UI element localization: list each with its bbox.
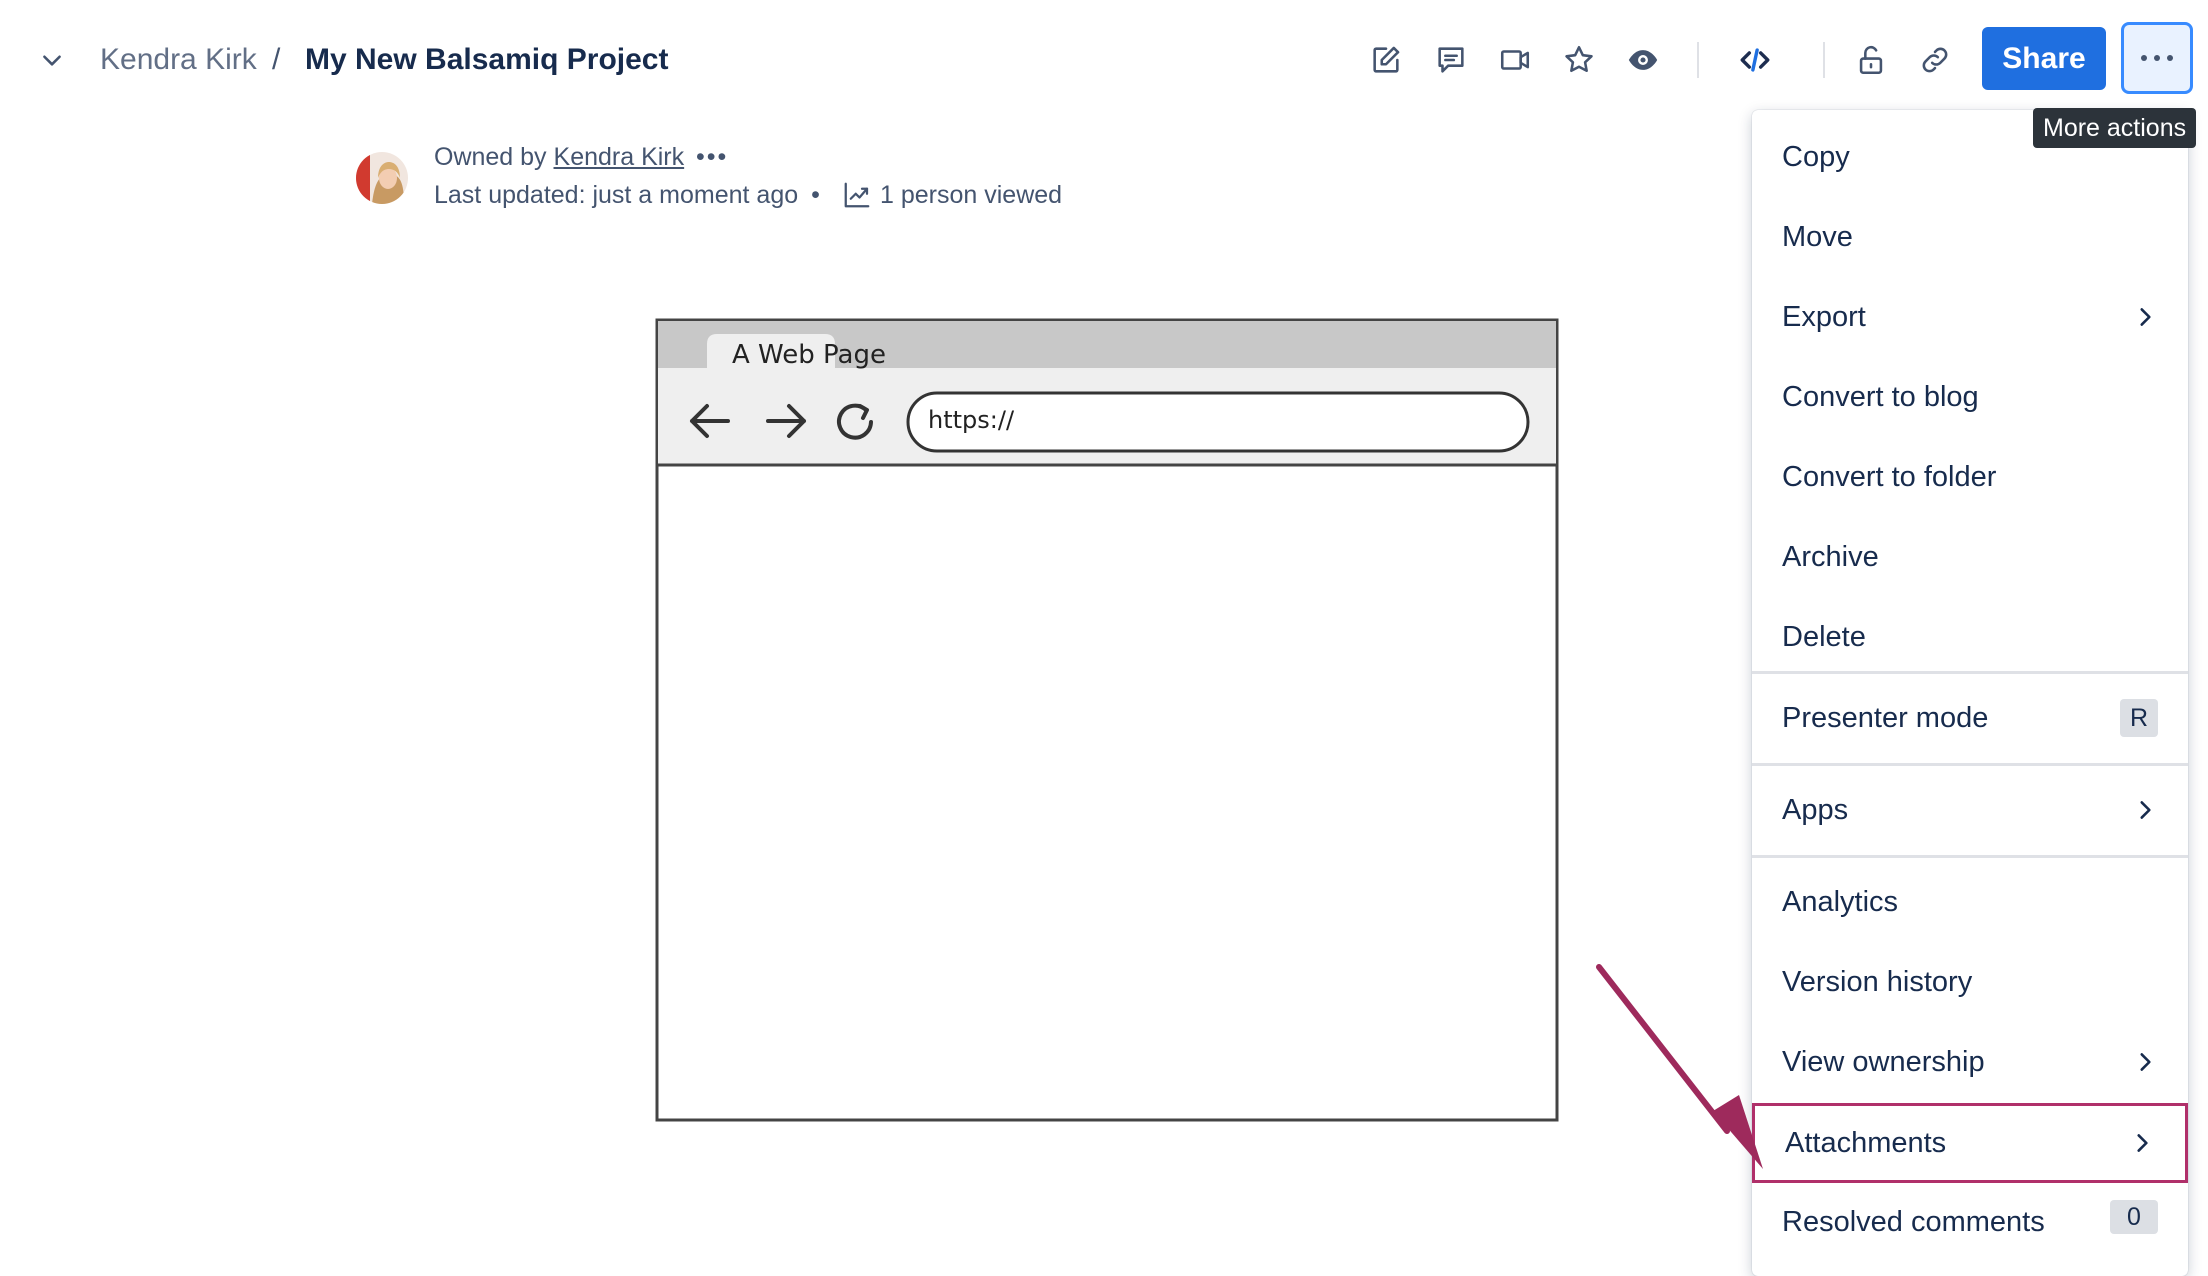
chevron-right-icon (2140, 308, 2151, 326)
menu-item-view-ownership[interactable]: View ownership (1752, 1023, 2188, 1101)
watch-button[interactable] (1619, 36, 1667, 84)
menu-item-version-history[interactable]: Version history (1752, 943, 2188, 1021)
owner-link[interactable]: Kendra Kirk (554, 143, 685, 171)
menu-item-move[interactable]: Move (1752, 198, 2188, 276)
toolbar-divider (1823, 42, 1825, 78)
menu-divider (1752, 763, 2188, 766)
menu-item-label: Delete (1782, 620, 1866, 653)
owned-by-text: Owned by Kendra Kirk (434, 140, 684, 174)
menu-item-delete[interactable]: Delete (1752, 598, 2188, 676)
menu-divider (1752, 855, 2188, 858)
star-icon (1565, 45, 1593, 73)
owner-more-button[interactable]: ••• (696, 140, 728, 174)
copy-link-button[interactable] (1911, 36, 1959, 84)
last-updated-label: Last updated: just a moment ago (434, 181, 799, 209)
wireframe-tab-label: A Web Page (732, 340, 886, 370)
more-actions-tooltip: More actions (2033, 108, 2197, 148)
menu-item-label: Analytics (1782, 885, 1899, 918)
eye-icon (1628, 50, 1658, 70)
record-video-button[interactable] (1491, 36, 1539, 84)
chevron-right-icon (2140, 801, 2151, 819)
user-photo-icon (356, 152, 408, 204)
byline-dot: • (811, 181, 820, 209)
chevron-right-icon (2137, 1134, 2148, 1152)
menu-item-label: Apps (1782, 793, 1849, 826)
restrictions-button[interactable] (1847, 36, 1895, 84)
menu-item-archive[interactable]: Archive (1752, 518, 2188, 596)
menu-item-label: Move (1782, 220, 1853, 253)
count-badge: 0 (2110, 1200, 2158, 1234)
toolbar-divider (1697, 42, 1699, 78)
menu-item-resolved-comments[interactable]: Resolved comments 0 (1752, 1183, 2188, 1261)
menu-item-label: Export (1782, 300, 1866, 333)
menu-item-presenter-mode[interactable]: Presenter mode R (1752, 679, 2188, 757)
edit-icon (1373, 46, 1400, 73)
menu-item-label: Presenter mode (1782, 701, 1989, 734)
wireframe-url-text: https:// (928, 406, 1015, 434)
menu-item-analytics[interactable]: Analytics (1752, 863, 2188, 941)
comment-button[interactable] (1427, 36, 1475, 84)
embed-icon (1740, 48, 1770, 72)
last-updated-text: Last updated: just a moment ago • (434, 178, 820, 212)
annotation-arrow-icon (1596, 964, 1763, 1169)
page-title[interactable]: My New Balsamiq Project (305, 40, 668, 80)
more-horizontal-icon (2141, 55, 2173, 61)
owned-by-label: Owned by (434, 143, 547, 171)
chevron-down-icon (43, 55, 61, 66)
comment-icon (1438, 47, 1464, 73)
menu-divider (1752, 671, 2188, 674)
embed-button[interactable] (1731, 36, 1779, 84)
keyboard-shortcut-badge: R (2120, 699, 2158, 737)
menu-item-label: Attachments (1785, 1126, 1947, 1159)
menu-item-label: Version history (1782, 965, 1973, 998)
menu-item-label: Convert to folder (1782, 460, 1997, 493)
menu-item-label: Copy (1782, 140, 1850, 173)
link-icon (1922, 47, 1948, 73)
menu-item-export[interactable]: Export (1752, 278, 2188, 356)
balsamiq-wireframe[interactable] (655, 318, 1560, 1123)
menu-item-label: View ownership (1782, 1045, 1985, 1078)
menu-item-convert-to-blog[interactable]: Convert to blog (1752, 358, 2188, 436)
more-actions-button[interactable] (2121, 22, 2193, 94)
page-views-label: 1 person viewed (880, 181, 1063, 209)
collapse-sidebar-button[interactable] (34, 42, 70, 78)
menu-item-attachments[interactable]: Attachments (1752, 1103, 2188, 1183)
more-actions-menu: Copy Move Export Convert to blog Convert… (1752, 110, 2188, 1276)
menu-item-label: Convert to blog (1782, 380, 1979, 413)
menu-item-apps[interactable]: Apps (1752, 771, 2188, 849)
avatar[interactable] (356, 152, 408, 204)
edit-button[interactable] (1362, 36, 1410, 84)
menu-item-label: Resolved comments (1782, 1205, 2045, 1238)
unlock-icon (1859, 45, 1883, 75)
menu-item-convert-to-folder[interactable]: Convert to folder (1752, 438, 2188, 516)
breadcrumb-owner-link[interactable]: Kendra Kirk (100, 40, 257, 80)
star-button[interactable] (1555, 36, 1603, 84)
chevron-right-icon (2140, 1053, 2151, 1071)
menu-item-label: Archive (1782, 540, 1879, 573)
breadcrumb-separator: / (272, 43, 281, 76)
video-icon (1500, 50, 1530, 70)
trend-up-icon (844, 182, 870, 208)
page-views-button[interactable]: 1 person viewed (842, 178, 1062, 212)
share-button[interactable]: Share (1982, 27, 2106, 90)
